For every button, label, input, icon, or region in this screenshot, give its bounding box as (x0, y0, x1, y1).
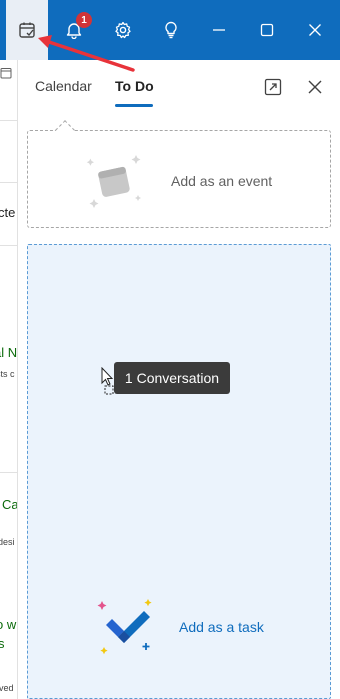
active-tab-indicator (115, 104, 153, 107)
list-fragment: o wi (0, 617, 18, 632)
add-task-label: Add as a task (179, 619, 264, 635)
calendar-small-icon (0, 66, 12, 84)
calendar-illustration-icon (86, 151, 146, 216)
minimize-button[interactable] (195, 0, 243, 60)
lightbulb-icon (162, 21, 180, 39)
drag-tooltip: 1 Conversation (114, 362, 230, 394)
divider (0, 472, 17, 473)
list-fragment: desi (0, 537, 15, 547)
close-window-button[interactable] (291, 0, 339, 60)
list-fragment: cte (0, 205, 16, 220)
todo-checkmark-icon (96, 597, 158, 660)
calendar-check-icon (18, 21, 36, 39)
message-list-edge: cte al N sts c Ca desi o wi s rved (0, 60, 18, 699)
tab-to-do[interactable]: To Do (115, 78, 154, 94)
add-event-drop-zone[interactable]: Add as an event (27, 120, 331, 228)
close-pane-icon[interactable] (304, 76, 326, 98)
list-fragment: Ca (2, 497, 18, 512)
notifications-button[interactable]: 1 (50, 0, 98, 60)
tab-calendar[interactable]: Calendar (35, 78, 92, 94)
list-fragment: s (0, 636, 5, 651)
notification-badge: 1 (76, 12, 92, 28)
gear-icon (114, 21, 132, 39)
divider (0, 120, 17, 121)
maximize-icon (260, 23, 274, 37)
minimize-icon (212, 23, 226, 37)
title-bar: 1 (0, 0, 340, 60)
divider (0, 182, 17, 183)
maximize-button[interactable] (243, 0, 291, 60)
pop-out-icon[interactable] (262, 76, 284, 98)
tips-button[interactable] (147, 0, 195, 60)
my-day-button[interactable] (6, 0, 48, 60)
add-task-drop-zone[interactable]: Add as a task (27, 244, 331, 699)
close-icon (308, 23, 322, 37)
divider (0, 245, 17, 246)
settings-button[interactable] (99, 0, 147, 60)
pane-tabs: Calendar To Do (18, 60, 340, 116)
add-event-label: Add as an event (171, 173, 273, 189)
list-fragment: al N (0, 345, 18, 360)
list-fragment: sts c (0, 369, 15, 379)
drop-zone-notch (55, 120, 75, 140)
list-fragment: rved (0, 683, 14, 693)
